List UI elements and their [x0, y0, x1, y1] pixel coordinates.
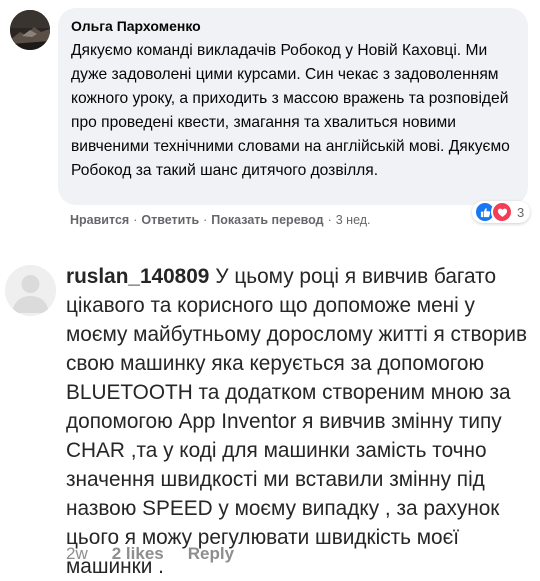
profile-photo — [10, 10, 50, 50]
comment-time[interactable]: 2w — [66, 544, 88, 563]
comment-bubble: Ольга Пархоменко Дякуємо команді виклада… — [58, 8, 528, 205]
likes-count-link[interactable]: 2 likes — [112, 544, 164, 563]
comment-author[interactable]: Ольга Пархоменко — [71, 17, 516, 36]
comment-username[interactable]: ruslan_140809 — [66, 265, 209, 288]
reaction-count: 3 — [517, 204, 525, 220]
reactions-summary[interactable]: 3 — [472, 201, 531, 223]
avatar[interactable] — [10, 10, 50, 50]
reply-link[interactable]: Ответить — [141, 213, 199, 227]
comment-text: Дякуємо команді викладачів Робокод у Нов… — [71, 42, 510, 179]
default-avatar-icon — [5, 265, 56, 316]
like-link[interactable]: Нравится — [70, 213, 129, 227]
comment-text: У цьому році я вивчив багато цікавого та… — [66, 265, 528, 578]
comment-actions: Нравится · Ответить · Показать перевод · 3 нед… — [70, 213, 371, 227]
comment-meta: 2w 2 likes Reply — [66, 543, 234, 565]
comment-time[interactable]: 3 нед. — [336, 213, 371, 227]
translate-link[interactable]: Показать перевод — [211, 213, 323, 227]
reply-button[interactable]: Reply — [188, 544, 234, 563]
love-icon — [491, 201, 513, 223]
comment-body: ruslan_140809 У цьому році я вивчив багат… — [66, 262, 530, 581]
avatar[interactable] — [5, 265, 56, 316]
